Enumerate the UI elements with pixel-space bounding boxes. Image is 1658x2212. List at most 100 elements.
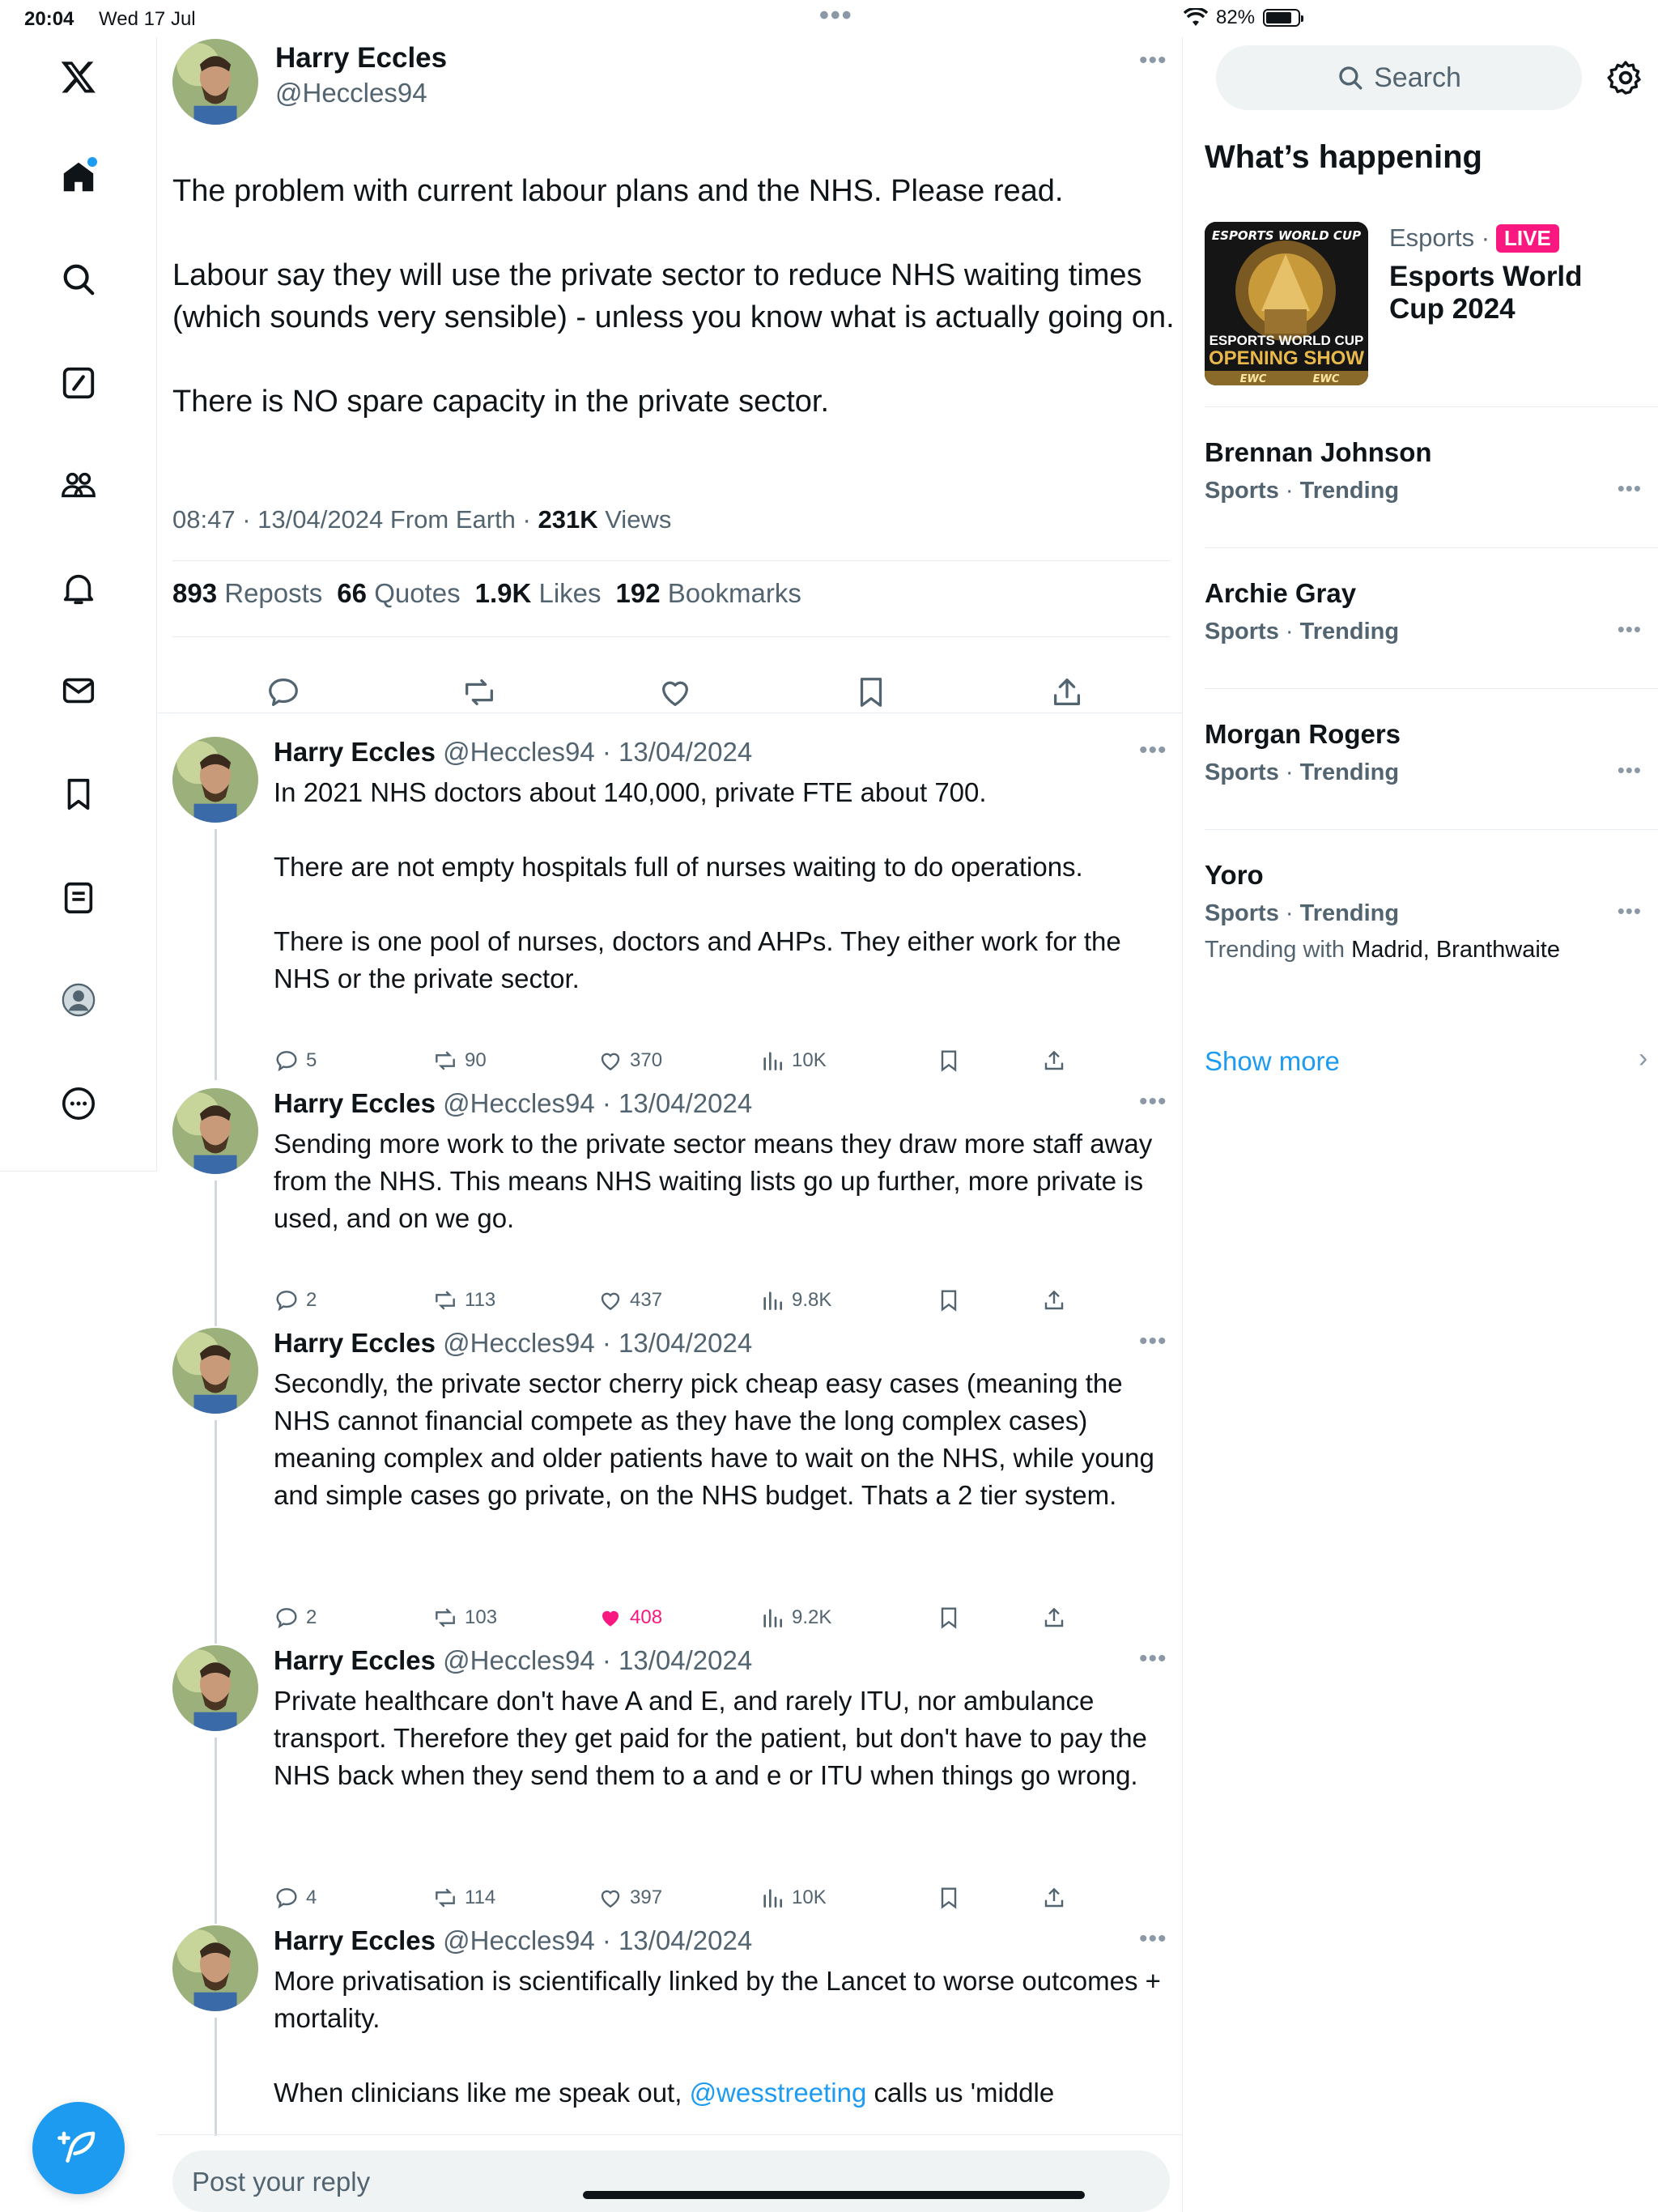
tweet-paragraph: There is NO spare capacity in the privat…: [172, 385, 830, 419]
views-count[interactable]: 9.2K: [759, 1605, 831, 1631]
like-count[interactable]: 370: [597, 1048, 662, 1074]
reply-count[interactable]: 2: [274, 1605, 317, 1631]
like-count-liked[interactable]: 408: [597, 1605, 662, 1631]
reply-post[interactable]: Harry Eccles @Heccles94 · 13/04/2024 •••…: [158, 1925, 1183, 2136]
reply-avatar[interactable]: [172, 1925, 258, 2011]
tweet-author[interactable]: Harry Eccles @Heccles94: [275, 42, 447, 108]
reply-more-icon[interactable]: •••: [1139, 1088, 1167, 1116]
trend-more-icon[interactable]: •••: [1618, 899, 1642, 924]
tweet-meta: 08:47 · 13/04/2024 From Earth · 231K Vie…: [172, 505, 671, 534]
trend-name[interactable]: Morgan Rogers: [1205, 719, 1642, 750]
trend-item[interactable]: Yoro Sports · Trending Trending with Mad…: [1205, 860, 1642, 963]
trend-name[interactable]: Brennan Johnson: [1205, 437, 1642, 468]
reply-more-icon[interactable]: •••: [1139, 1925, 1167, 1953]
views-count: 231K: [538, 505, 598, 534]
grok-icon[interactable]: [49, 353, 108, 413]
featured-trend[interactable]: ESPORTS WORLD CUP ESPORTS WORLD CUP OPEN…: [1205, 222, 1642, 385]
profile-icon[interactable]: [49, 970, 108, 1030]
lists-icon[interactable]: [49, 868, 108, 928]
x-logo[interactable]: [49, 47, 108, 107]
like-count[interactable]: 437: [597, 1287, 662, 1313]
like-count[interactable]: 397: [597, 1885, 662, 1911]
reply-post[interactable]: Harry Eccles @Heccles94 · 13/04/2024 •••…: [158, 1645, 1183, 1924]
reply-post[interactable]: Harry Eccles @Heccles94 · 13/04/2024 •••…: [158, 1328, 1183, 1644]
author-name[interactable]: Harry Eccles: [275, 42, 447, 74]
reply-avatar[interactable]: [172, 1645, 258, 1731]
notifications-icon[interactable]: [49, 559, 108, 619]
communities-icon[interactable]: [49, 455, 108, 515]
bookmarks-stat[interactable]: 192 Bookmarks: [616, 578, 801, 609]
reply-bookmark[interactable]: [936, 1605, 962, 1631]
trend-name[interactable]: Yoro: [1205, 860, 1642, 891]
reply-author-name[interactable]: Harry Eccles: [274, 737, 436, 767]
author-avatar[interactable]: [172, 39, 258, 125]
reply-post[interactable]: Harry Eccles @Heccles94 · 13/04/2024 •••…: [158, 737, 1183, 1080]
reply-composer-input[interactable]: Post your reply: [172, 2150, 1170, 2212]
quotes-stat[interactable]: 66 Quotes: [337, 578, 460, 609]
home-icon[interactable]: [49, 147, 108, 207]
reply-count[interactable]: 5: [274, 1048, 317, 1074]
bookmarks-icon[interactable]: [49, 764, 108, 824]
trend-item[interactable]: Brennan Johnson Sports · Trending •••: [1205, 437, 1642, 504]
more-icon[interactable]: [49, 1074, 108, 1134]
reply-avatar[interactable]: [172, 1328, 258, 1414]
reply-icon[interactable]: [265, 674, 302, 711]
reply-more-icon[interactable]: •••: [1139, 1645, 1167, 1673]
reply-post[interactable]: Harry Eccles @Heccles94 · 13/04/2024 •••…: [158, 1088, 1183, 1326]
trend-more-icon[interactable]: •••: [1618, 476, 1642, 501]
reply-author-name[interactable]: Harry Eccles: [274, 1328, 436, 1358]
author-handle[interactable]: @Heccles94: [275, 78, 447, 108]
search-icon[interactable]: [49, 249, 108, 309]
reply-bookmark[interactable]: [936, 1287, 962, 1313]
home-indicator[interactable]: [583, 2191, 1085, 2199]
reply-count[interactable]: 4: [274, 1885, 317, 1911]
reply-icon: [276, 1291, 297, 1312]
like-icon: [601, 1053, 620, 1071]
reply-share[interactable]: [1041, 1048, 1067, 1074]
views-count[interactable]: 9.8K: [759, 1287, 831, 1313]
composer-divider: [158, 2134, 1183, 2135]
reply-share[interactable]: [1041, 1605, 1067, 1631]
divider: [1205, 829, 1658, 830]
repost-count[interactable]: 113: [432, 1287, 495, 1313]
trend-item[interactable]: Morgan Rogers Sports · Trending •••: [1205, 719, 1642, 786]
reply-bookmark[interactable]: [936, 1048, 962, 1074]
likes-stat[interactable]: 1.9K Likes: [475, 578, 602, 609]
reply-author-name[interactable]: Harry Eccles: [274, 1088, 436, 1118]
views-count[interactable]: 10K: [759, 1885, 827, 1911]
repost-count[interactable]: 90: [432, 1048, 487, 1074]
search-input[interactable]: Search: [1216, 45, 1582, 110]
reply-author-name[interactable]: Harry Eccles: [274, 1645, 436, 1675]
repost-count[interactable]: 103: [432, 1605, 497, 1631]
reply-share[interactable]: [1041, 1287, 1067, 1313]
views-count[interactable]: 10K: [759, 1048, 827, 1074]
messages-icon[interactable]: [49, 661, 108, 721]
tweet-more-icon[interactable]: •••: [1139, 47, 1167, 74]
trend-name[interactable]: Archie Gray: [1205, 578, 1642, 609]
like-icon[interactable]: [657, 674, 694, 711]
bookmark-icon[interactable]: [852, 674, 890, 711]
show-more-link[interactable]: Show more: [1205, 1046, 1340, 1077]
reply-author-name[interactable]: Harry Eccles: [274, 1925, 436, 1955]
reply-paragraph: Private healthcare don't have A and E, a…: [274, 1686, 1147, 1790]
compose-post-button[interactable]: [32, 2102, 125, 2194]
reply-avatar[interactable]: [172, 1088, 258, 1174]
reply-avatar[interactable]: [172, 737, 258, 823]
trend-more-icon[interactable]: •••: [1618, 617, 1642, 642]
tweet-timestamp[interactable]: 08:47 · 13/04/2024 From Earth ·: [172, 505, 538, 534]
reply-share[interactable]: [1041, 1885, 1067, 1911]
reply-count[interactable]: 2: [274, 1287, 317, 1313]
reply-more-icon[interactable]: •••: [1139, 737, 1167, 764]
repost-count[interactable]: 114: [432, 1885, 495, 1911]
reply-bookmark[interactable]: [936, 1885, 962, 1911]
trend-item[interactable]: Archie Gray Sports · Trending •••: [1205, 578, 1642, 645]
settings-gear-icon[interactable]: [1606, 58, 1645, 97]
repost-icon[interactable]: [461, 674, 498, 711]
share-icon[interactable]: [1048, 674, 1086, 711]
featured-title[interactable]: Esports World Cup 2024: [1389, 261, 1632, 325]
reposts-stat[interactable]: 893 Reposts: [172, 578, 322, 609]
reply-more-icon[interactable]: •••: [1139, 1328, 1167, 1355]
mention-link[interactable]: @wesstreeting: [690, 2078, 867, 2108]
multitask-dots-icon[interactable]: •••: [819, 0, 853, 32]
trend-more-icon[interactable]: •••: [1618, 758, 1642, 783]
